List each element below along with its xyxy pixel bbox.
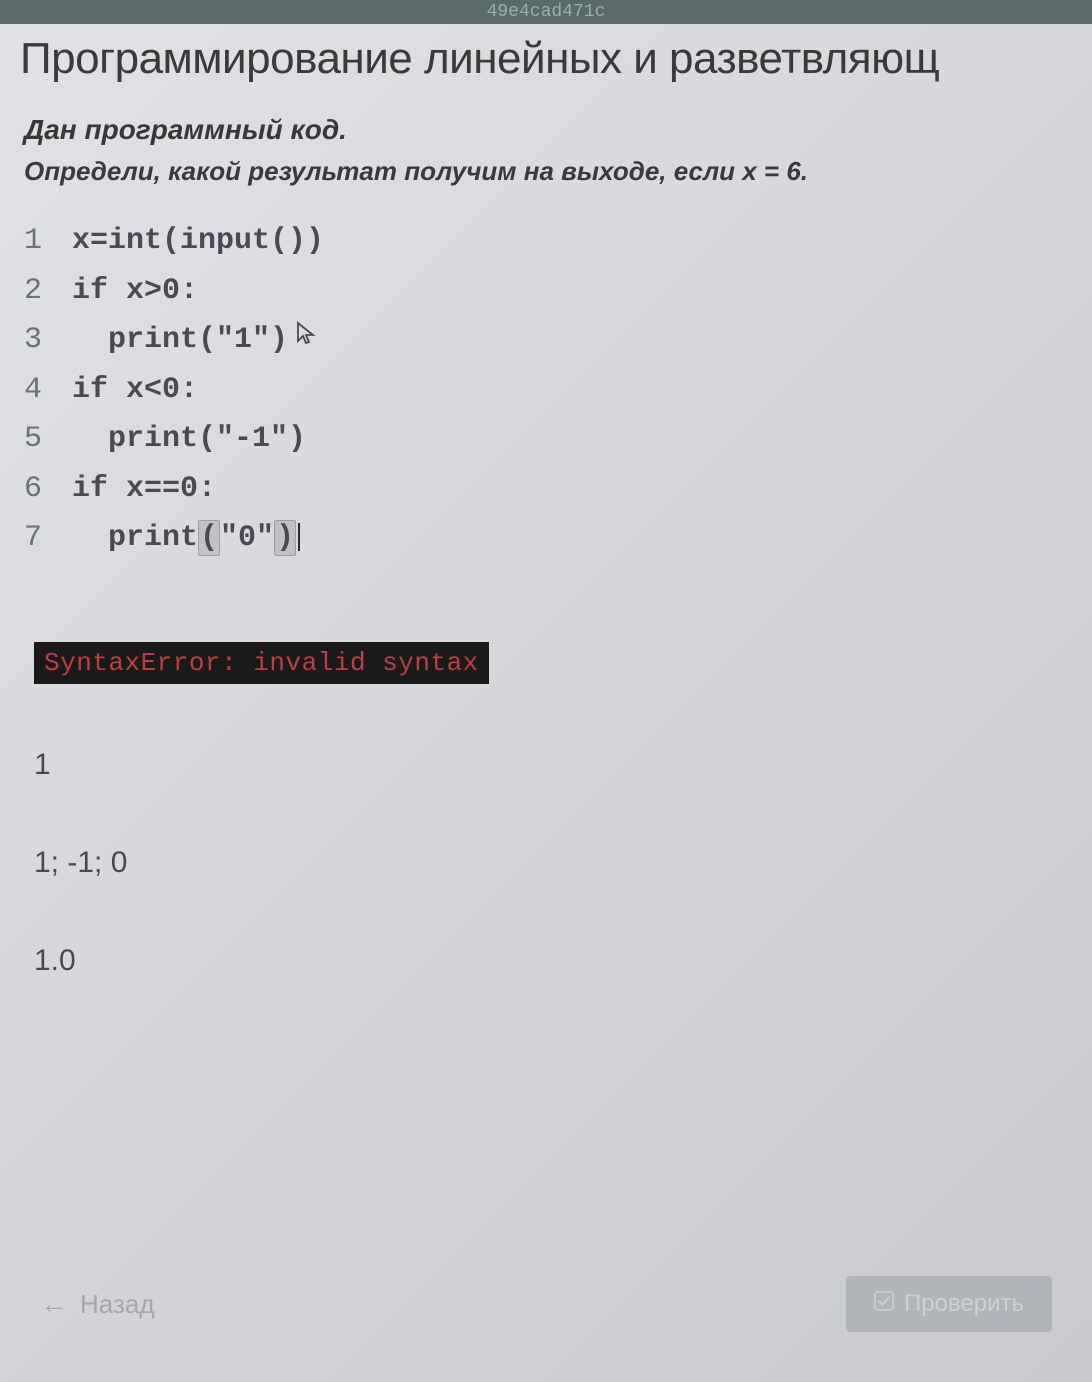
- line-number: 2: [24, 267, 72, 317]
- code-line: 6 if x==0:: [24, 465, 1068, 515]
- page-title: Программирование линейных и разветвляющ: [0, 24, 1092, 114]
- answer-list: SyntaxError: invalid syntax 1 1; -1; 0 1…: [24, 624, 1068, 996]
- url-fragment: 49e4cad471c: [0, 0, 1092, 24]
- code-line: 3 print("1"): [24, 316, 1068, 366]
- code-text: if x<0:: [72, 366, 198, 416]
- line-number: 1: [24, 217, 72, 267]
- back-button-label: Назад: [80, 1289, 155, 1320]
- code-text: print("1"): [72, 316, 288, 366]
- code-text: x=int(input()): [72, 217, 324, 267]
- text-cursor-icon: [298, 523, 300, 551]
- syntax-error-badge: SyntaxError: invalid syntax: [34, 642, 489, 684]
- back-button[interactable]: ← Назад: [40, 1288, 155, 1320]
- code-block: 1 x=int(input()) 2 if x>0: 3 print("1") …: [24, 217, 1068, 594]
- bracket-match-open: (: [198, 520, 220, 556]
- answer-option-1[interactable]: 1: [24, 730, 1068, 800]
- prompt-text-2: Определи, какой результат получим на вых…: [24, 156, 1068, 187]
- line-number: 7: [24, 514, 72, 564]
- arrow-left-icon: ←: [40, 1288, 68, 1320]
- answer-option-error[interactable]: SyntaxError: invalid syntax: [24, 624, 1068, 702]
- content-area: Дан программный код. Определи, какой рез…: [0, 114, 1092, 996]
- footer-bar: ← Назад Проверить: [0, 1256, 1092, 1352]
- line-number: 4: [24, 366, 72, 416]
- mouse-cursor-icon: [296, 316, 316, 366]
- check-button-label: Проверить: [904, 1290, 1024, 1318]
- answer-option-2[interactable]: 1; -1; 0: [24, 828, 1068, 898]
- bracket-match-close: ): [274, 520, 296, 556]
- check-button[interactable]: Проверить: [846, 1276, 1052, 1332]
- code-text: print("0"): [72, 514, 300, 564]
- code-line: 2 if x>0:: [24, 267, 1068, 317]
- code-line: 4 if x<0:: [24, 366, 1068, 416]
- code-text: if x==0:: [72, 465, 216, 515]
- line-number: 3: [24, 316, 72, 366]
- line-number: 5: [24, 415, 72, 465]
- answer-option-3[interactable]: 1.0: [24, 926, 1068, 996]
- check-icon: [874, 1290, 894, 1318]
- line-number: 6: [24, 465, 72, 515]
- code-line: 5 print("-1"): [24, 415, 1068, 465]
- code-line: 7 print("0"): [24, 514, 1068, 564]
- code-line: 1 x=int(input()): [24, 217, 1068, 267]
- code-text: print("-1"): [72, 415, 306, 465]
- code-text: if x>0:: [72, 267, 198, 317]
- prompt-text-1: Дан программный код.: [24, 114, 1068, 146]
